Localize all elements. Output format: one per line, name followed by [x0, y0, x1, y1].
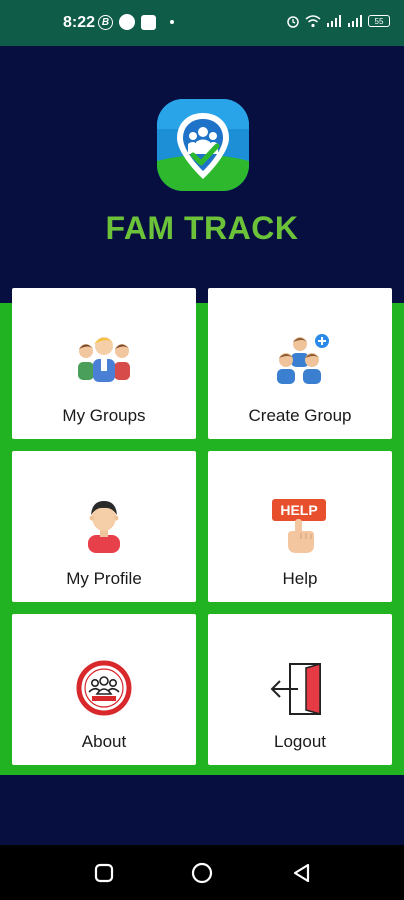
create-group-label: Create Group	[248, 406, 352, 425]
my-profile-label: My Profile	[66, 569, 142, 588]
app-logo	[157, 99, 249, 191]
profile-person-icon	[88, 501, 120, 553]
about-label: About	[81, 732, 127, 751]
alarm-icon	[287, 16, 299, 28]
square-icon	[141, 14, 156, 30]
help-badge-text: HELP	[280, 502, 317, 518]
about-badge-icon	[76, 660, 132, 716]
home-circle-icon[interactable]	[190, 861, 214, 885]
my-groups-card[interactable]: My Groups	[12, 288, 196, 439]
battery-icon: 55	[368, 15, 390, 27]
system-nav-bar	[0, 845, 404, 900]
status-left-icons: B	[98, 14, 174, 30]
back-triangle-icon[interactable]	[290, 861, 314, 885]
dot-icon	[119, 14, 135, 30]
signal-icon	[348, 15, 362, 27]
status-time: 8:22	[63, 14, 96, 31]
logout-door-icon	[270, 663, 321, 715]
help-label: Help	[282, 569, 318, 588]
status-bar: 8:22 B 55	[0, 0, 404, 46]
recents-square-icon[interactable]	[92, 861, 116, 885]
help-card[interactable]: HELP Help	[208, 451, 392, 602]
logout-card[interactable]: Logout	[208, 614, 392, 765]
help-hand-icon: HELP	[272, 499, 326, 553]
b-circle-icon: B	[98, 14, 113, 30]
battery-level: 55	[374, 16, 384, 26]
create-group-card[interactable]: Create Group	[208, 288, 392, 439]
family-location-pin-icon	[157, 99, 249, 191]
logout-label: Logout	[274, 732, 326, 751]
my-groups-label: My Groups	[62, 406, 146, 425]
wifi-icon	[305, 15, 321, 28]
signal-icon	[327, 15, 341, 27]
app-title: FAM TRACK	[105, 210, 299, 246]
my-profile-card[interactable]: My Profile	[12, 451, 196, 602]
create-group-icon	[277, 334, 329, 384]
status-right-icons: 55	[286, 14, 390, 28]
group-people-icon	[78, 337, 130, 382]
small-dot-icon	[170, 20, 174, 24]
about-card[interactable]: About	[12, 614, 196, 765]
